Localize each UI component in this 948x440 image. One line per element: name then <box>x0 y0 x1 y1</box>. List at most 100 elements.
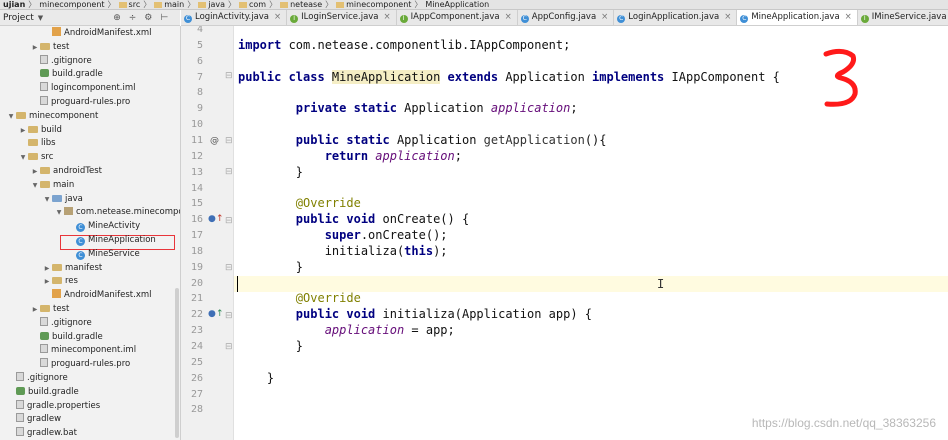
code-line[interactable]: } <box>238 165 303 179</box>
editor-tab[interactable]: C LoginApplication.java × <box>614 10 738 25</box>
tree-item[interactable]: libs <box>18 136 56 150</box>
override-marker-icon[interactable]: ● <box>208 214 216 224</box>
expand-down-icon[interactable]: ▼ <box>18 151 28 165</box>
tree-item[interactable]: proguard-rules.pro <box>30 95 130 109</box>
tree-item[interactable]: .gitignore <box>6 371 68 385</box>
tree-item[interactable]: C MineApplication <box>66 233 156 247</box>
code-line[interactable]: @Override <box>238 196 361 210</box>
breadcrumb-item[interactable]: com <box>236 0 269 9</box>
fold-start-icon[interactable]: ⊟ <box>225 311 233 321</box>
tree-item-label: src <box>41 152 54 163</box>
code-line[interactable]: import com.netease.componentlib.IAppComp… <box>238 38 570 52</box>
tree-item[interactable]: ▼ main <box>30 178 75 193</box>
fold-start-icon[interactable]: ⊟ <box>225 136 233 146</box>
collapse-icon[interactable]: ÷ <box>129 13 137 23</box>
gear-icon[interactable]: ⚙ <box>144 13 152 23</box>
tree-item[interactable]: gradlew <box>6 412 61 426</box>
tree-item[interactable]: ▼ src <box>18 150 54 165</box>
tree-item[interactable]: AndroidManifest.xml <box>42 288 152 302</box>
close-icon[interactable]: × <box>274 12 281 22</box>
close-icon[interactable]: × <box>724 12 731 22</box>
editor-tab[interactable]: C LoginActivity.java × <box>181 10 288 25</box>
close-icon[interactable]: × <box>845 12 852 22</box>
breadcrumb-item[interactable]: MineApplication <box>422 0 492 9</box>
tree-item[interactable]: ▼ minecomponent <box>6 109 99 124</box>
implementing-method-icon[interactable]: @ <box>210 136 219 146</box>
tree-item[interactable]: gradlew.bat <box>6 426 77 440</box>
tree-scrollbar[interactable] <box>175 288 179 438</box>
code-line[interactable]: public static Application getApplication… <box>238 133 607 147</box>
breadcrumb-item[interactable]: java <box>195 0 228 9</box>
editor-tab[interactable]: C MineApplication.java × <box>737 10 858 25</box>
fold-end-icon[interactable]: ⊟ <box>225 263 233 273</box>
editor-tab[interactable]: I IAppComponent.java × <box>397 10 518 25</box>
tree-item[interactable]: minecomponent.iml <box>30 343 136 357</box>
current-line-highlight <box>181 276 948 292</box>
code-line[interactable]: public void initializa(Application app) … <box>238 307 592 321</box>
breadcrumb-item[interactable]: netease <box>277 0 325 9</box>
editor-tab[interactable]: C AppConfig.java × <box>518 10 615 25</box>
tree-item[interactable]: logincomponent.iml <box>30 81 136 95</box>
tree-item[interactable]: ▼ com.netease.minecomponent <box>54 205 180 220</box>
editor-tab[interactable]: I ILoginService.java × <box>287 10 397 25</box>
code-line[interactable]: return application; <box>238 149 462 163</box>
hide-panel-icon[interactable]: ⊢ <box>160 13 168 23</box>
close-icon[interactable]: × <box>505 12 512 22</box>
tree-item-label: libs <box>41 138 56 149</box>
implement-arrow-icon[interactable]: ↑ <box>216 309 224 319</box>
target-icon[interactable]: ⊕ <box>113 13 121 23</box>
breadcrumb-item[interactable]: ujian <box>0 0 28 9</box>
breadcrumb-item[interactable]: minecomponent <box>36 0 107 9</box>
code-line[interactable]: public void onCreate() { <box>238 212 469 226</box>
editor-tab[interactable]: IIMineService.java× <box>858 10 948 25</box>
tree-item[interactable]: .gitignore <box>30 54 92 68</box>
code-line[interactable]: @Override <box>238 291 361 305</box>
tree-item[interactable]: ▶ build <box>18 123 62 137</box>
chevron-down-icon[interactable]: ▼ <box>38 14 43 22</box>
code-line[interactable]: private static Application application; <box>238 101 578 115</box>
breadcrumb-item[interactable]: src <box>116 0 144 9</box>
line-number: 11 <box>190 134 203 146</box>
code-line[interactable]: public class MineApplication extends App… <box>238 69 780 84</box>
tree-item[interactable]: ▶ test <box>30 302 70 316</box>
tree-item[interactable]: C MineService <box>66 247 140 261</box>
fold-end-icon[interactable]: ⊟ <box>225 342 233 352</box>
implement-marker-icon[interactable]: ● <box>208 309 216 319</box>
tree-item[interactable]: proguard-rules.pro <box>30 357 130 371</box>
tree-item[interactable]: C MineActivity <box>66 219 140 233</box>
tree-item[interactable]: ▶ androidTest <box>30 164 102 178</box>
tree-item[interactable]: .gitignore <box>30 316 92 330</box>
editor-gutter[interactable]: 4 5 6 7 8 9 10 11 12 13 14 15 16 17 18 19 20 21 22 23 24 25 26… <box>181 26 234 440</box>
code-line[interactable]: } <box>238 371 274 385</box>
tree-item[interactable]: ▶ test <box>30 40 70 54</box>
fold-end-icon[interactable]: ⊟ <box>225 167 233 177</box>
code-editor[interactable]: 4 5 6 7 8 9 10 11 12 13 14 15 16 17 18 19 20 21 22 23 24 25 26… <box>181 26 948 440</box>
project-view-selector[interactable]: Project <box>0 13 34 23</box>
code-line[interactable]: } <box>238 260 303 274</box>
folder-icon <box>52 277 62 285</box>
folder-icon <box>40 42 50 50</box>
breadcrumb-item[interactable]: main <box>151 0 187 9</box>
tree-item[interactable]: ▶ manifest <box>42 261 103 275</box>
tree-item[interactable]: ▶ res <box>42 274 78 288</box>
expand-down-icon[interactable]: ▼ <box>6 110 16 124</box>
close-icon[interactable]: × <box>384 12 391 22</box>
close-icon[interactable]: × <box>601 12 608 22</box>
tree-item[interactable]: ▼ java <box>42 192 83 206</box>
fold-start-icon[interactable]: ⊟ <box>225 71 233 81</box>
code-line[interactable]: application = app; <box>238 323 455 337</box>
fold-start-icon[interactable]: ⊟ <box>225 216 233 226</box>
tree-item[interactable]: AndroidManifest.xml <box>42 26 152 40</box>
tree-item[interactable]: build.gradle <box>6 385 79 399</box>
expand-down-icon[interactable]: ▼ <box>30 179 40 193</box>
tree-item[interactable]: gradle.properties <box>6 399 100 413</box>
expand-down-icon[interactable]: ▼ <box>42 193 52 207</box>
tree-item[interactable]: build.gradle <box>30 330 103 344</box>
code-line[interactable]: initializa(this); <box>238 244 448 258</box>
override-arrow-icon[interactable]: ↑ <box>216 214 224 224</box>
breadcrumb-item[interactable]: minecomponent <box>333 0 414 9</box>
expand-down-icon[interactable]: ▼ <box>54 206 64 220</box>
code-line[interactable]: super.onCreate(); <box>238 228 448 242</box>
tree-item[interactable]: build.gradle <box>30 67 103 81</box>
code-line[interactable]: } <box>238 339 303 353</box>
